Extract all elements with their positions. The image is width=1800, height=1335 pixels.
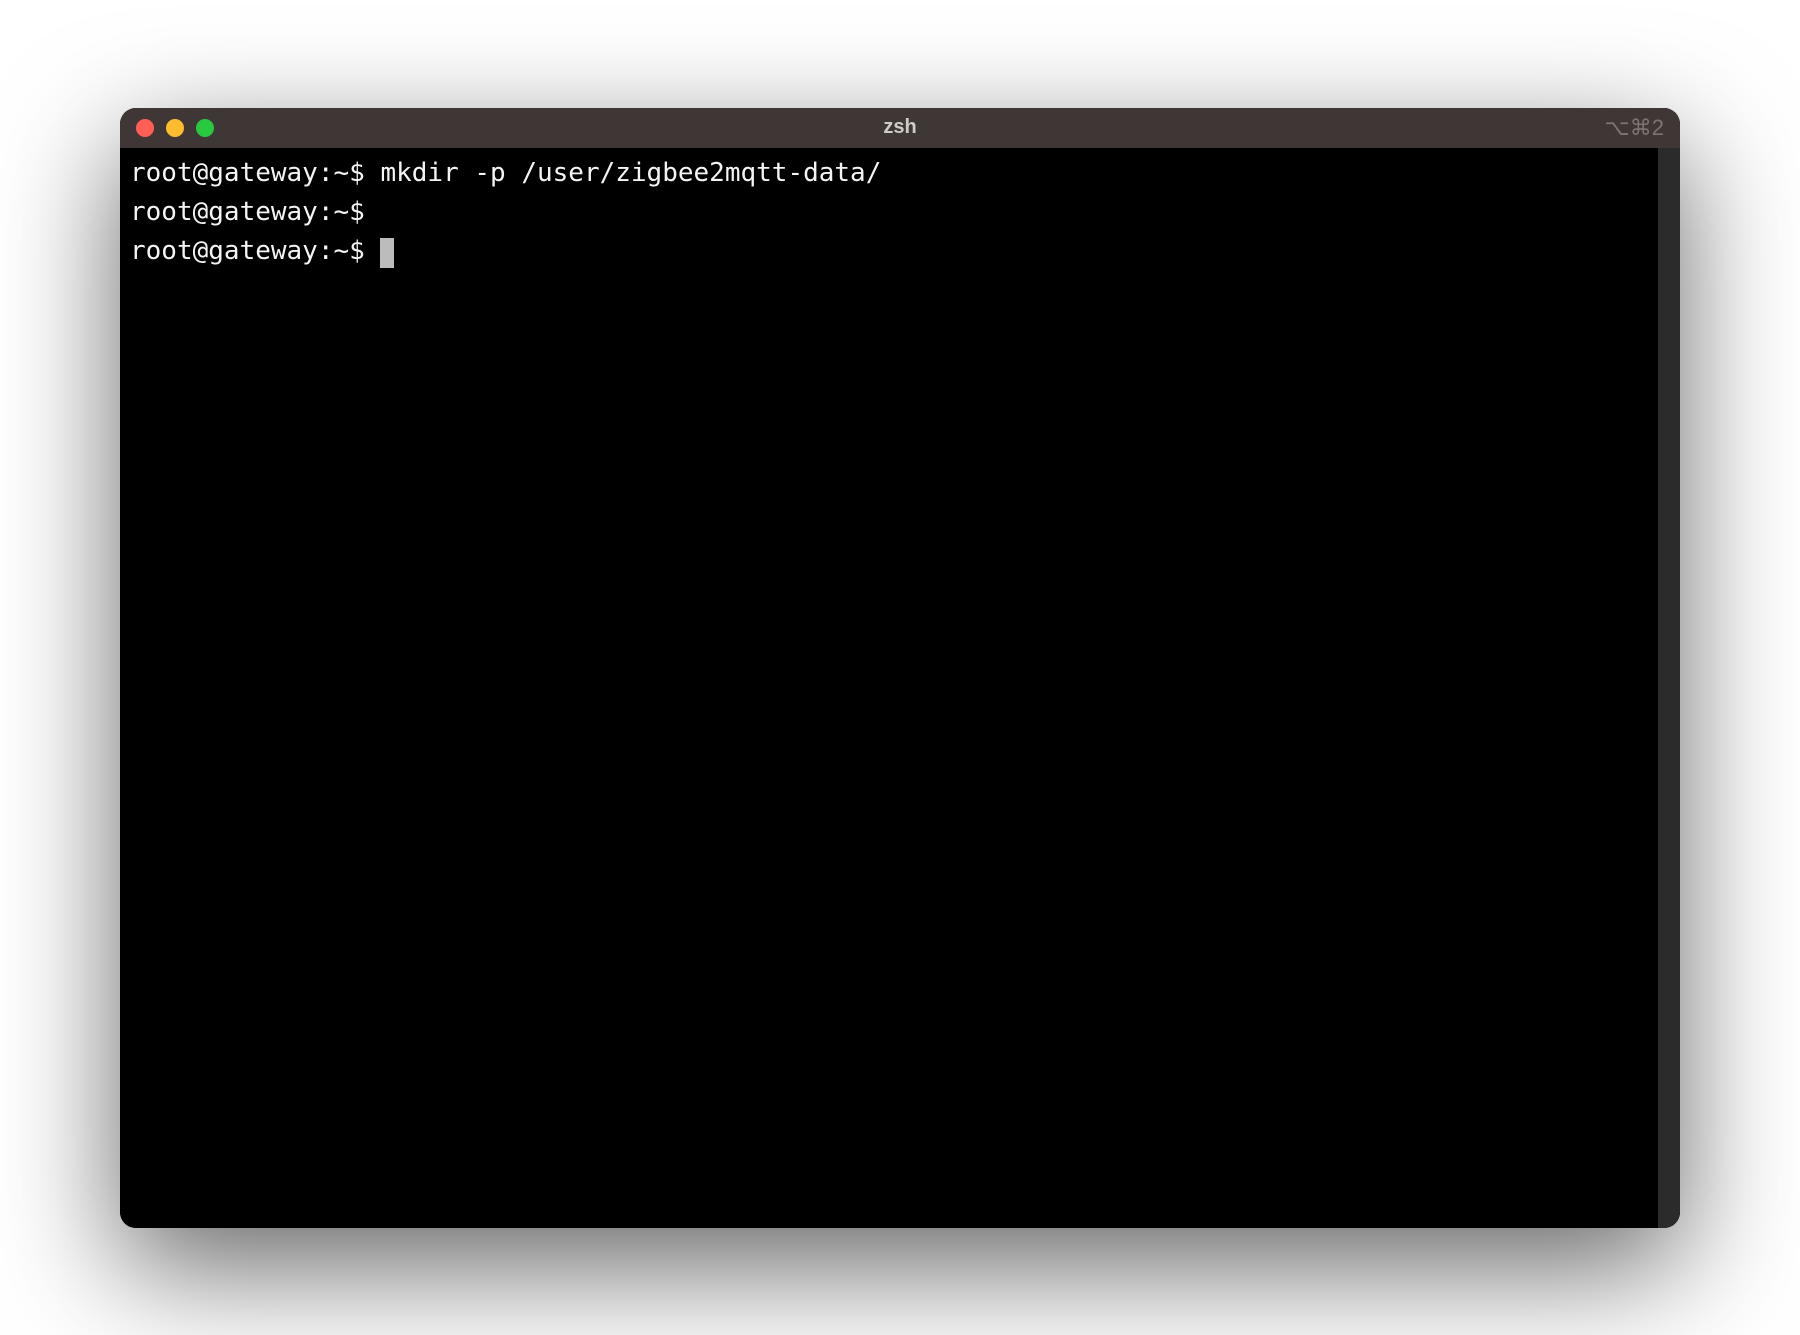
minimize-icon[interactable] [166,119,184,137]
titlebar[interactable]: zsh ⌥⌘2 [120,108,1680,148]
maximize-icon[interactable] [196,119,214,137]
tab-shortcut-indicator: ⌥⌘2 [1604,115,1664,141]
terminal-window: zsh ⌥⌘2 root@gateway:~$ mkdir -p /user/z… [120,108,1680,1228]
command-text: mkdir -p /user/zigbee2mqtt-data/ [380,158,881,188]
scrollbar-track[interactable] [1658,148,1680,1228]
prompt: root@gateway:~$ [130,158,380,188]
terminal-body: root@gateway:~$ mkdir -p /user/zigbee2mq… [120,148,1680,1228]
terminal-line: root@gateway:~$ mkdir -p /user/zigbee2mq… [130,154,1648,193]
cursor-icon [380,238,394,268]
prompt: root@gateway:~$ [130,197,380,227]
terminal-line: root@gateway:~$ [130,232,1648,271]
window-title: zsh [120,116,1680,139]
prompt: root@gateway:~$ [130,236,380,266]
terminal-content[interactable]: root@gateway:~$ mkdir -p /user/zigbee2mq… [120,148,1658,1228]
traffic-lights [136,119,214,137]
terminal-line: root@gateway:~$ [130,193,1648,232]
close-icon[interactable] [136,119,154,137]
